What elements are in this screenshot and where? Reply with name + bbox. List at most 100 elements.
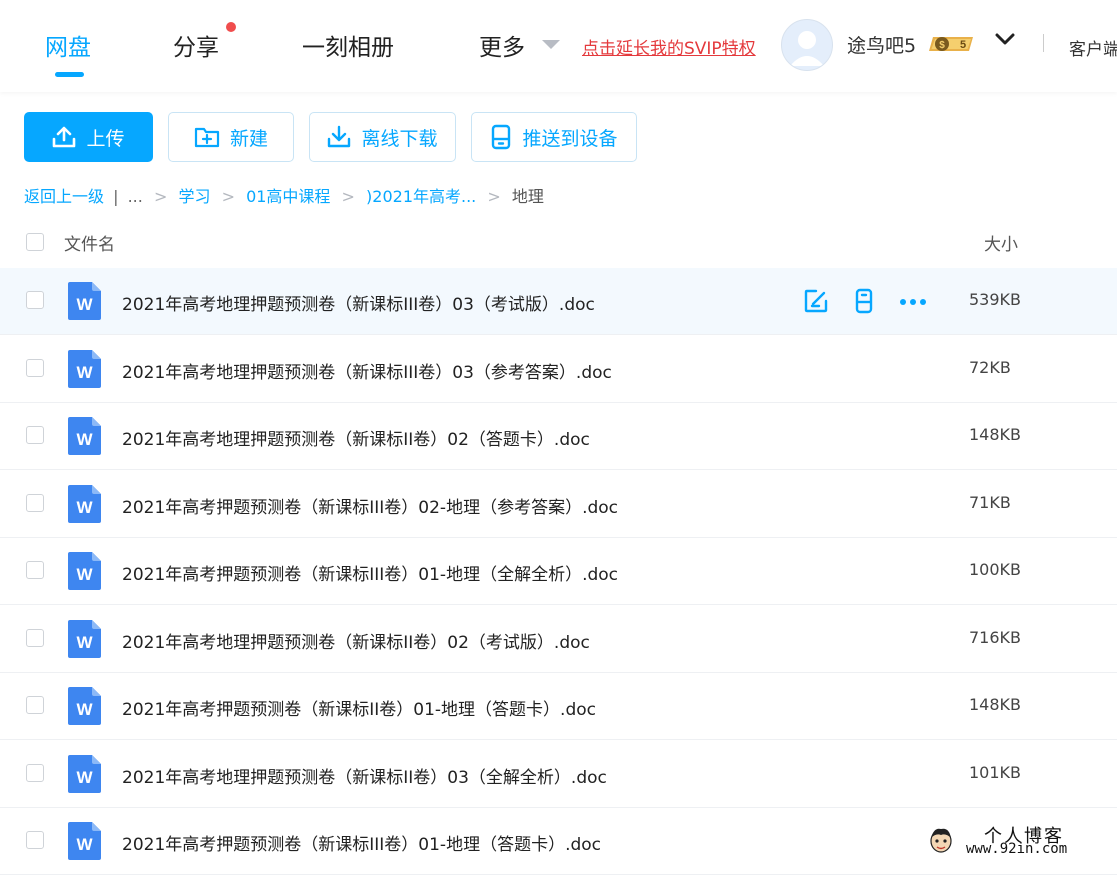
file-row[interactable]: W 2021年高考地理押题预测卷（新课标II卷）02（考试版）.doc 716KB [0, 606, 1117, 673]
file-row[interactable]: W 2021年高考地理押题预测卷（新课标II卷）02（答题卡）.doc 148KB [0, 403, 1117, 470]
tab-more[interactable]: 更多 [479, 28, 525, 62]
svg-text:W: W [76, 498, 93, 517]
phone-icon[interactable] [851, 288, 877, 314]
nav-divider [1043, 34, 1044, 52]
file-size: 100KB [969, 560, 1022, 579]
breadcrumb: 返回上一级 | ... > 学习 > 01高中课程 > )2021年高考... … [24, 183, 544, 207]
new-folder-button[interactable]: 新建 [168, 112, 294, 162]
watermark: 个人博客 www.92in.com [918, 818, 1117, 862]
more-caret-icon[interactable] [542, 40, 560, 49]
row-checkbox[interactable] [26, 494, 44, 512]
file-name[interactable]: 2021年高考地理押题预测卷（新课标II卷）02（考试版）.doc [122, 628, 590, 653]
svg-text:W: W [76, 295, 93, 314]
file-row[interactable]: W 2021年高考地理押题预测卷（新课标II卷）03（全解全析）.doc 101KB [0, 741, 1117, 808]
breadcrumb-ellipsis[interactable]: ... [128, 187, 143, 206]
column-header-size[interactable]: 大小 [984, 230, 1018, 255]
file-name[interactable]: 2021年高考地理押题预测卷（新课标III卷）03（考试版）.doc [122, 290, 595, 315]
file-name[interactable]: 2021年高考押题预测卷（新课标III卷）01-地理（答题卡）.doc [122, 830, 601, 855]
file-row[interactable]: W 2021年高考押题预测卷（新课标III卷）02-地理（参考答案）.doc 71K… [0, 471, 1117, 538]
offline-download-label: 离线下载 [361, 127, 438, 150]
word-doc-icon: W [68, 620, 101, 658]
file-name[interactable]: 2021年高考押题预测卷（新课标III卷）02-地理（参考答案）.doc [122, 493, 618, 518]
row-checkbox[interactable] [26, 764, 44, 782]
push-to-device-button[interactable]: 推送到设备 [471, 112, 637, 162]
column-header-name[interactable]: 文件名 [64, 230, 115, 255]
breadcrumb-divider: | [113, 187, 119, 206]
edit-icon[interactable] [803, 288, 829, 314]
file-row[interactable]: W 2021年高考押题预测卷（新课标III卷）01-地理（全解全析）.doc 100… [0, 538, 1117, 605]
svg-text:W: W [76, 768, 93, 787]
file-row[interactable]: W 2021年高考地理押题预测卷（新课标III卷）03（考试版）.doc 539KB [0, 268, 1117, 335]
breadcrumb-item-study[interactable]: 学习 [178, 187, 210, 206]
row-checkbox[interactable] [26, 629, 44, 647]
push-to-device-label: 推送到设备 [522, 127, 618, 150]
file-name[interactable]: 2021年高考押题预测卷（新课标II卷）01-地理（答题卡）.doc [122, 695, 596, 720]
file-size: 148KB [969, 695, 1022, 714]
file-row[interactable]: W 2021年高考押题预测卷（新课标II卷）01-地理（答题卡）.doc 148KB [0, 673, 1117, 740]
tab-netdisk[interactable]: 网盘 [45, 28, 91, 62]
word-doc-icon: W [68, 755, 101, 793]
file-name[interactable]: 2021年高考地理押题预测卷（新课标II卷）03（全解全析）.doc [122, 763, 607, 788]
active-tab-indicator [55, 72, 84, 77]
file-name[interactable]: 2021年高考地理押题预测卷（新课标III卷）03（参考答案）.doc [122, 358, 612, 383]
svip-level-badge: $ 5 [929, 37, 973, 51]
offline-download-button[interactable]: 离线下载 [309, 112, 456, 162]
top-navigation: 网盘 分享 一刻相册 更多 点击延长我的SVIP特权 途鸟吧5 $ 5 客户端 [0, 0, 1117, 92]
upload-icon [53, 126, 76, 148]
chevron-down-icon[interactable] [995, 32, 1015, 46]
word-doc-icon: W [68, 417, 101, 455]
share-notification-dot [226, 22, 236, 32]
word-doc-icon: W [68, 485, 101, 523]
svg-text:W: W [76, 633, 93, 652]
svg-text:5: 5 [960, 39, 966, 51]
word-doc-icon: W [68, 282, 101, 320]
breadcrumb-separator: > [221, 187, 235, 206]
row-checkbox[interactable] [26, 426, 44, 444]
breadcrumb-separator: > [341, 187, 355, 206]
svg-text:W: W [76, 835, 93, 854]
file-size: 72KB [969, 358, 1011, 377]
upload-button-label: 上传 [86, 127, 125, 150]
upload-button[interactable]: 上传 [24, 112, 153, 162]
row-checkbox[interactable] [26, 291, 44, 309]
new-folder-label: 新建 [229, 127, 268, 150]
file-size: 148KB [969, 425, 1022, 444]
avatar[interactable] [781, 19, 833, 71]
breadcrumb-separator: > [153, 187, 168, 206]
word-doc-icon: W [68, 822, 101, 860]
file-row[interactable]: W 2021年高考地理押题预测卷（新课标III卷）03（参考答案）.doc 72KB [0, 336, 1117, 403]
file-size: 71KB [969, 493, 1011, 512]
client-download-link[interactable]: 客户端 [1069, 35, 1117, 60]
username[interactable]: 途鸟吧5 [847, 31, 916, 58]
breadcrumb-item-highschool[interactable]: 01高中课程 [246, 187, 330, 206]
row-checkbox[interactable] [26, 696, 44, 714]
tab-share[interactable]: 分享 [173, 28, 219, 62]
svg-text:W: W [76, 430, 93, 449]
file-size: 539KB [969, 290, 1022, 309]
breadcrumb-separator: > [487, 187, 501, 206]
svg-text:W: W [76, 363, 93, 382]
file-name[interactable]: 2021年高考地理押题预测卷（新课标II卷）02（答题卡）.doc [122, 425, 590, 450]
row-checkbox[interactable] [26, 359, 44, 377]
tab-album[interactable]: 一刻相册 [302, 28, 394, 62]
breadcrumb-back[interactable]: 返回上一级 [24, 187, 104, 206]
file-size: 716KB [969, 628, 1022, 647]
word-doc-icon: W [68, 687, 101, 725]
more-options-icon[interactable] [899, 288, 927, 314]
device-icon [492, 124, 511, 150]
download-icon [328, 125, 351, 148]
breadcrumb-current: 地理 [511, 187, 544, 206]
svg-text:W: W [76, 565, 93, 584]
row-actions [803, 288, 931, 316]
svg-text:W: W [76, 700, 93, 719]
svip-renew-link[interactable]: 点击延长我的SVIP特权 [582, 34, 756, 59]
row-checkbox[interactable] [26, 831, 44, 849]
select-all-checkbox[interactable] [26, 233, 44, 251]
new-folder-icon [194, 127, 220, 148]
word-doc-icon: W [68, 350, 101, 388]
breadcrumb-item-2021[interactable]: )2021年高考... [366, 187, 476, 206]
file-name[interactable]: 2021年高考押题预测卷（新课标III卷）01-地理（全解全析）.doc [122, 560, 618, 585]
word-doc-icon: W [68, 552, 101, 590]
watermark-face-icon [930, 828, 952, 853]
row-checkbox[interactable] [26, 561, 44, 579]
